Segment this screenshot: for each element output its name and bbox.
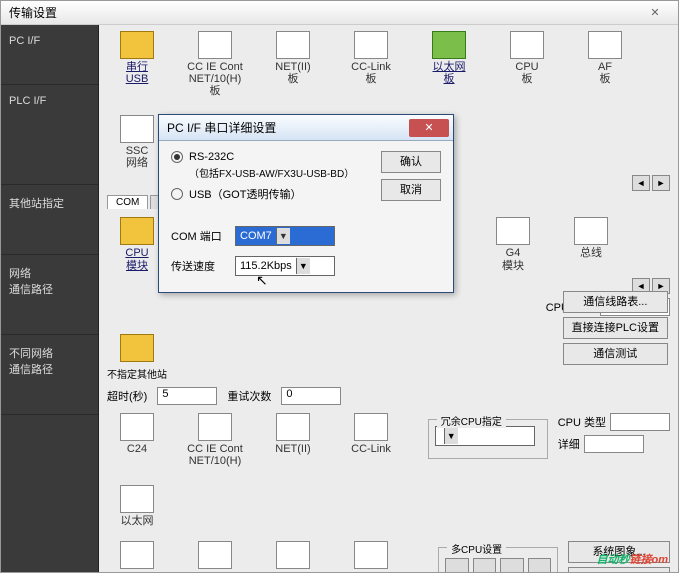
g4-icon [496,217,530,245]
dialog-cancel-button[interactable]: 取消 [381,179,441,201]
dialog-ok-button[interactable]: 确认 [381,151,441,173]
serial-detail-dialog: PC I/F 串口详细设置 ✕ RS-232C （包括FX-USB-AW/FX3… [158,114,454,293]
pcif-serial-usb[interactable]: 串行 USB [107,31,167,97]
timeout-label: 超时(秒) [107,388,147,404]
com-port-label: COM 端口 [171,228,227,244]
detail-value [584,435,644,453]
sidebar: PC I/F PLC I/F 其他站指定 网络 通信路径 不同网络 通信路径 [1,25,99,572]
dialog-titlebar[interactable]: PC I/F 串口详细设置 ✕ [159,115,453,141]
scroll-right[interactable]: ► [652,175,670,191]
speed-row: 传送速度 115.2Kbps▼ [171,256,441,276]
pcif-cclink[interactable]: CC-Link 板 [341,31,401,97]
pcif-cpu[interactable]: CPU 板 [497,31,557,97]
sidebar-item-other-station[interactable]: 其他站指定 [1,185,98,255]
tab-com[interactable]: COM [107,195,148,209]
scroll-left[interactable]: ◄ [632,175,650,191]
dnp-ccie[interactable]: CC IE Cont NET/10(H) [185,541,245,572]
redundant-combo[interactable]: ▼ [435,426,535,446]
dialog-close-button[interactable]: ✕ [409,119,449,137]
dnp-c24[interactable]: C24 [107,541,167,572]
plcif-g4[interactable]: G4 模块 [483,217,543,271]
window-close-button[interactable]: ✕ [640,6,670,19]
radio-usb[interactable]: USB（GOT透明传输） [171,186,373,202]
watermark: 自动秒链接om [597,547,669,568]
cclink-icon [354,31,388,59]
np-c24[interactable]: C24 [107,413,167,467]
sidebar-item-diff-network-path[interactable]: 不同网络 通信路径 [1,335,98,415]
retry-value[interactable]: 0 [281,387,341,405]
np-ccie[interactable]: CC IE Cont NET/10(H) [185,413,245,467]
main-titlebar: 传输设置 ✕ [1,1,678,25]
dnp-netii[interactable]: NET(II) [263,541,323,572]
right-button-column: 通信线路表... 直接连接PLC设置 通信测试 [563,291,668,365]
route-list-button[interactable]: 通信线路表... [563,291,668,313]
ssc-icon [120,115,154,143]
radio-rs232[interactable]: RS-232C [171,151,373,163]
sidebar-item-pcif[interactable]: PC I/F [1,25,98,85]
com-port-row: COM 端口 COM7▼ [171,226,441,246]
timeout-row: 超时(秒) 5 重试次数 0 [107,387,670,405]
np-ethernet[interactable]: 以太网 [107,485,167,527]
ccie-icon [198,31,232,59]
plcif-bus[interactable]: 总线 [561,217,621,271]
dnp-cclink[interactable]: CC-Link [341,541,401,572]
pcif-netii[interactable]: NET(II) 板 [263,31,323,97]
network-path-row: C24 CC IE Cont NET/10(H) NET(II) CC-Link… [107,413,418,527]
af-icon [588,31,622,59]
timeout-value[interactable]: 5 [157,387,217,405]
pcif-ccie[interactable]: CC IE Cont NET/10(H)板 [185,31,245,97]
direct-plc-button[interactable]: 直接连接PLC设置 [563,317,668,339]
window-title: 传输设置 [9,4,57,21]
speed-combo[interactable]: 115.2Kbps▼ [235,256,335,276]
pcif-af[interactable]: AF 板 [575,31,635,97]
comm-test-button[interactable]: 通信测试 [563,343,668,365]
cpu-type-value [610,413,670,431]
cpu-slot-4[interactable] [528,558,552,572]
rs232-note: （包括FX-USB-AW/FX3U-USB-BD） [171,165,373,180]
dialog-title: PC I/F 串口详细设置 [167,119,276,136]
redundant-cpu-group: 冗余CPU指定 ▼ [428,419,548,459]
ethernet-icon [432,31,466,59]
speed-label: 传送速度 [171,258,227,274]
pcif-ethernet[interactable]: 以太网 板 [419,31,479,97]
radio-rs232-input[interactable] [171,151,183,163]
content-area: 串行 USB CC IE Cont NET/10(H)板 NET(II) 板 C… [99,25,678,572]
no-other-station-icon [120,334,154,362]
cpu-type-label: CPU 类型 [558,414,606,430]
no-other-station[interactable] [107,334,167,364]
np-cclink[interactable]: CC-Link [341,413,401,467]
com-port-combo[interactable]: COM7▼ [235,226,335,246]
diff-network-path-row: C24 CC IE Cont NET/10(H) NET(II) CC-Link… [107,541,428,572]
detail-label: 详细 [558,436,580,452]
radio-usb-input[interactable] [171,188,183,200]
sidebar-item-network-path[interactable]: 网络 通信路径 [1,255,98,335]
cpu-icon [510,31,544,59]
serial-usb-icon [120,31,154,59]
cpu-module-icon [120,217,154,245]
cpu-slot-3[interactable] [500,558,524,572]
sidebar-item-plcif[interactable]: PLC I/F [1,85,98,185]
no-other-station-label: 不指定其他站 [107,366,670,381]
bus-icon [574,217,608,245]
cpu-slot-1[interactable] [445,558,469,572]
cpu-slot-2[interactable] [473,558,497,572]
netii-icon [276,31,310,59]
retry-label: 重试次数 [227,388,271,404]
np-netii[interactable]: NET(II) [263,413,323,467]
multi-cpu-group: 多CPU设置 1 2 3 4 目标CPU [438,547,558,572]
